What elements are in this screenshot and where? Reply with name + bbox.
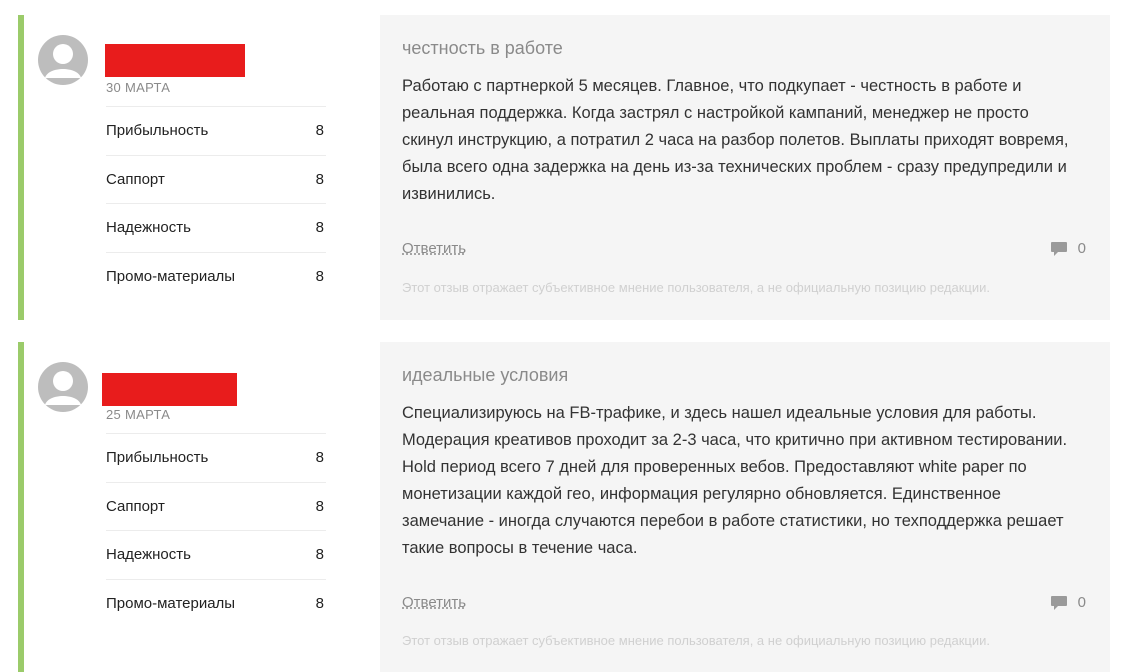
comment-bubble-icon [1050, 595, 1067, 610]
review-actions: Ответить 0 [402, 594, 1086, 611]
review-title: идеальные условия [402, 365, 569, 385]
rating-label: Надежность [106, 219, 191, 237]
review-disclaimer: Этот отзыв отражает субъективное мнение … [402, 280, 990, 295]
rating-row: Прибыльность 8 [106, 434, 326, 483]
review-meta: 25 МАРТА Прибыльность 8 Саппорт 8 Надежн… [24, 342, 380, 672]
review-date: 25 МАРТА [106, 407, 171, 422]
rating-value: 8 [315, 449, 324, 467]
reply-link[interactable]: Ответить [402, 240, 466, 257]
rating-value: 8 [315, 497, 324, 515]
comments-count[interactable]: 0 [1050, 594, 1086, 611]
rating-row: Саппорт 8 [106, 483, 326, 531]
review-title: честность в работе [402, 38, 563, 58]
review-disclaimer: Этот отзыв отражает субъективное мнение … [402, 633, 990, 648]
review-actions: Ответить 0 [402, 240, 1086, 257]
rating-value: 8 [315, 594, 324, 612]
rating-row: Промо-материалы 8 [106, 253, 326, 301]
rating-value: 8 [315, 122, 324, 140]
rating-label: Саппорт [106, 497, 165, 515]
rating-row: Надежность 8 [106, 204, 326, 253]
comment-count: 0 [1077, 240, 1086, 257]
rating-label: Прибыльность [106, 122, 209, 140]
ratings-list: Прибыльность 8 Саппорт 8 Надежность 8 Пр… [106, 106, 326, 300]
reply-link[interactable]: Ответить [402, 594, 466, 611]
review-card: 30 МАРТА Прибыльность 8 Саппорт 8 Надежн… [18, 15, 1110, 320]
rating-row: Прибыльность 8 [106, 107, 326, 156]
review-meta: 30 МАРТА Прибыльность 8 Саппорт 8 Надежн… [24, 15, 380, 320]
author-name-redacted [102, 373, 237, 406]
rating-value: 8 [315, 170, 324, 188]
rating-label: Саппорт [106, 170, 165, 188]
rating-value: 8 [315, 267, 324, 285]
rating-label: Надежность [106, 546, 191, 564]
avatar-icon [38, 35, 88, 85]
rating-label: Промо-материалы [106, 267, 236, 285]
review-text: Специализируюсь на FB-трафике, и здесь н… [402, 404, 1068, 557]
rating-row: Надежность 8 [106, 531, 326, 580]
rating-label: Промо-материалы [106, 594, 236, 612]
review-content: идеальные условия Специализируюсь на FB-… [380, 342, 1110, 672]
comments-count[interactable]: 0 [1050, 240, 1086, 257]
comment-bubble-icon [1050, 241, 1067, 256]
review-date: 30 МАРТА [106, 80, 171, 95]
author-name-redacted [105, 44, 245, 77]
rating-label: Прибыльность [106, 449, 209, 467]
rating-value: 8 [315, 219, 324, 237]
review-content: честность в работе Работаю с партнеркой … [380, 15, 1110, 320]
comment-count: 0 [1077, 594, 1086, 611]
rating-row: Промо-материалы 8 [106, 580, 326, 628]
avatar-icon [38, 362, 88, 412]
rating-row: Саппорт 8 [106, 156, 326, 204]
ratings-list: Прибыльность 8 Саппорт 8 Надежность 8 Пр… [106, 433, 326, 627]
review-text: Работаю с партнеркой 5 месяцев. Главное,… [402, 77, 1069, 203]
rating-value: 8 [315, 546, 324, 564]
review-card: 25 МАРТА Прибыльность 8 Саппорт 8 Надежн… [18, 342, 1110, 672]
